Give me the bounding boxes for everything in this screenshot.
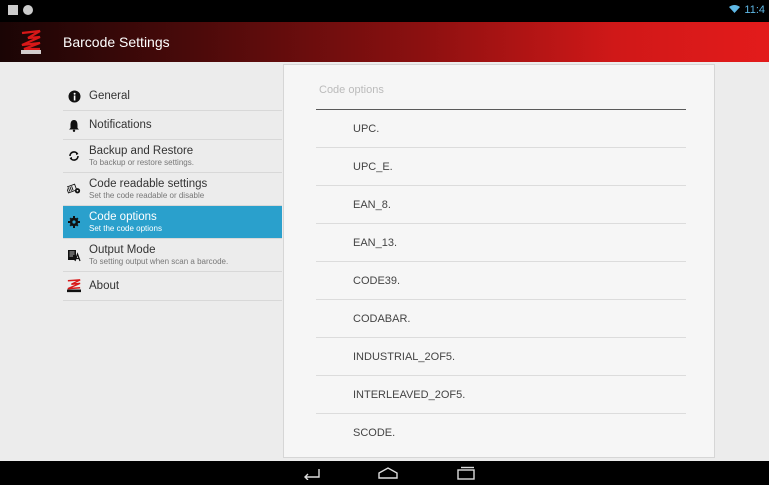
menu-item-title: Code readable settings [89,177,208,190]
menu-item-title: Notifications [89,118,152,131]
code-options-list: UPC. UPC_E. EAN_8. EAN_13. CODE39. CODAB… [316,110,686,452]
output-icon [67,248,81,262]
menu-item-title: About [89,279,120,292]
list-item[interactable]: UPC. [316,110,686,148]
status-bar: 11:4 [0,0,769,22]
menu-item-about[interactable]: About [63,272,282,301]
list-item[interactable]: EAN_8. [316,186,686,224]
clock-text: 11:4 [744,4,765,16]
back-icon[interactable] [302,466,322,485]
list-item[interactable]: UPC_E. [316,148,686,186]
menu-item-subtitle: Set the code options [89,223,162,233]
menu-item-backup-restore[interactable]: Backup and Restore To backup or restore … [63,140,282,173]
info-icon [67,89,81,103]
list-item[interactable]: CODE39. [316,262,686,300]
home-icon[interactable] [377,466,399,485]
action-bar: Barcode Settings [0,22,769,62]
menu-item-subtitle: To backup or restore settings. [89,157,194,167]
menu-item-title: Output Mode [89,243,156,256]
notification-icon [8,5,18,15]
list-item[interactable]: CODABAR. [316,300,686,338]
gear-icon [67,215,81,229]
app-title: Barcode Settings [63,34,170,50]
menu-item-title: Code options [89,210,157,223]
code-options-panel: Code options UPC. UPC_E. EAN_8. EAN_13. … [283,64,715,458]
menu-item-notifications[interactable]: Notifications [63,111,282,140]
navigation-bar [0,461,769,485]
list-item[interactable]: INDUSTRIAL_2OF5. [316,338,686,376]
cloud-icon [23,5,33,15]
menu-item-title: General [89,89,130,102]
settings-menu: General Notifications Backup and Restore… [63,82,282,301]
panel-title: Code options [319,84,384,96]
zebex-logo-icon [67,279,81,293]
menu-item-subtitle: Set the code readable or disable [89,190,205,200]
bell-icon [67,118,81,132]
barcode-gear-icon [67,182,81,196]
zebex-logo-icon[interactable] [20,29,42,55]
sync-icon [67,149,81,163]
list-item[interactable]: EAN_13. [316,224,686,262]
wifi-icon [729,4,741,16]
menu-item-code-options[interactable]: Code options Set the code options [63,206,282,239]
menu-item-output-mode[interactable]: Output Mode To setting output when scan … [63,239,282,272]
menu-item-subtitle: To setting output when scan a barcode. [89,256,229,266]
menu-item-code-readable[interactable]: Code readable settings Set the code read… [63,173,282,206]
list-item[interactable]: INTERLEAVED_2OF5. [316,376,686,414]
list-item[interactable]: SCODE. [316,414,686,452]
menu-item-title: Backup and Restore [89,144,194,157]
recent-apps-icon[interactable] [456,466,476,485]
menu-item-general[interactable]: General [63,82,282,111]
